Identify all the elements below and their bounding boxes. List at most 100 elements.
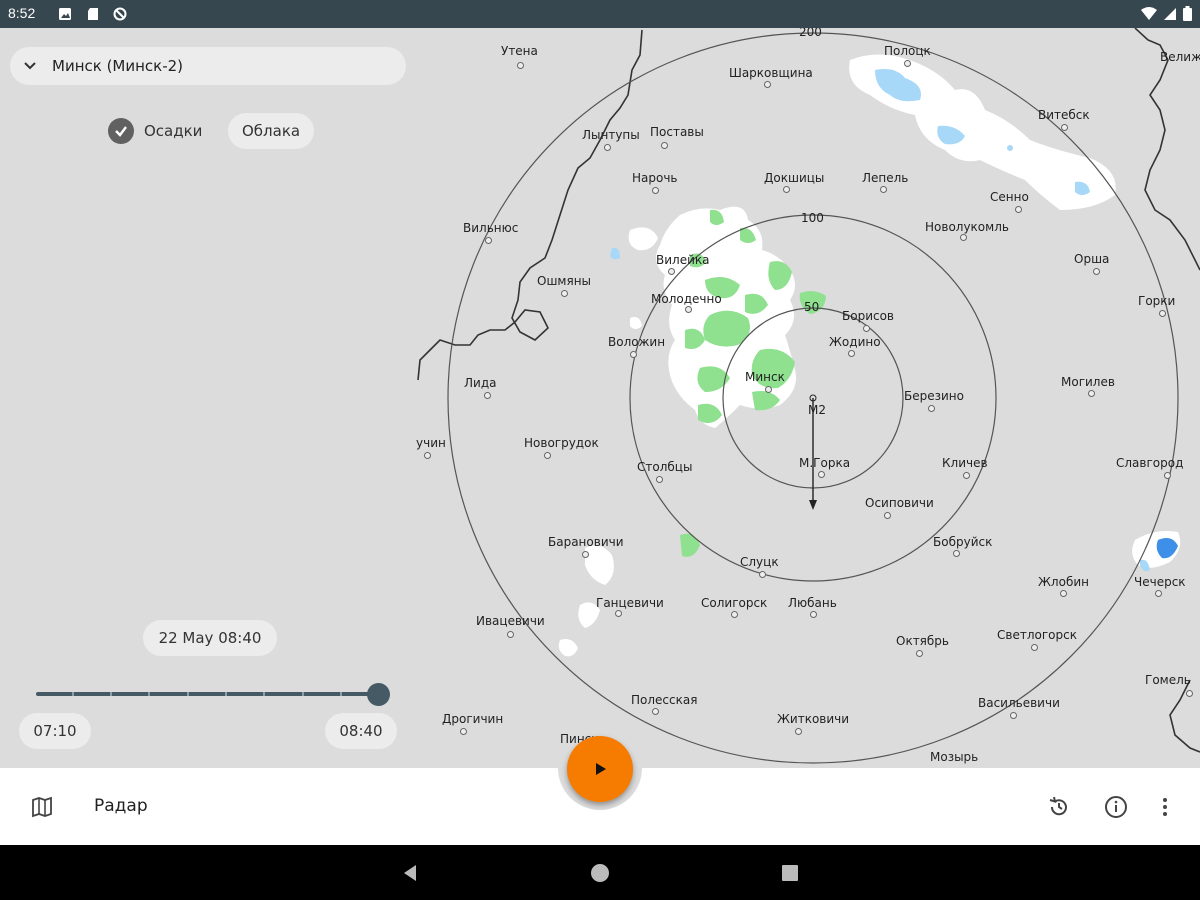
city-label: Минск [745,370,785,384]
city-label: Нарочь [632,171,678,185]
slider-tick [187,692,189,696]
status-time: 8:52 [8,5,36,21]
precipitation-layer-chip[interactable]: Осадки [104,113,216,149]
city-label: Васильевичи [978,696,1060,710]
city-marker [1060,590,1067,597]
city-label: Поставы [650,125,704,139]
home-icon[interactable] [590,863,610,883]
city-label: Полесская [631,693,698,707]
clouds-layer-chip[interactable]: Облака [228,113,315,149]
city-label: Горки [1138,294,1176,308]
city-label: Столбцы [637,460,693,474]
status-bar: 8:52 [0,0,1200,28]
city-label: Могилев [1061,375,1115,389]
more-vert-icon[interactable] [1152,794,1178,820]
city-label: Ивацевичи [476,614,545,628]
city-marker [904,60,911,67]
city-marker [656,476,663,483]
city-marker [848,350,855,357]
city-label: Полоцк [884,44,931,58]
city-marker [1155,590,1162,597]
city-label: Новогрудок [524,436,599,450]
city-label: Славгород [1116,456,1184,470]
slider-tick [225,692,227,696]
city-label: Велиж [1160,50,1200,64]
city-label: учин [416,436,446,450]
city-marker [759,571,766,578]
city-marker [685,306,692,313]
city-marker [615,610,622,617]
range-ring-label-200: 200 [799,28,822,39]
timeline-slider-thumb[interactable] [367,683,390,706]
map-icon[interactable] [31,796,53,818]
city-marker [953,550,960,557]
city-marker [460,728,467,735]
city-label: Лида [464,376,497,390]
city-label: Сенно [990,190,1029,204]
city-label: Мозырь [930,750,979,764]
city-marker [880,186,887,193]
country-border-south-east [1169,679,1200,753]
city-label: Барановичи [548,535,624,549]
city-label: Вильнюс [463,221,519,235]
city-marker [630,351,637,358]
city-label: Молодечно [651,292,722,306]
city-marker [544,452,551,459]
city-marker [1093,268,1100,275]
sd-card-icon [88,8,98,20]
city-label: Дрогичин [442,712,504,726]
city-label: Утена [501,44,538,58]
city-label: Солигорск [701,596,768,610]
city-marker [916,650,923,657]
system-navigation-bar [0,845,1200,900]
city-label: Воложин [608,335,666,349]
city-marker [484,392,491,399]
city-marker [863,325,870,332]
city-label: Октябрь [896,634,949,648]
city-marker [1159,310,1166,317]
city-label: Житковичи [777,712,850,726]
city-label: Новолукомль [925,220,1009,234]
city-marker [1031,644,1038,651]
recents-icon[interactable] [780,863,800,883]
slider-tick [340,692,342,696]
city-label: Слуцк [740,555,779,569]
slider-tick [302,692,304,696]
city-marker [1061,124,1068,131]
city-marker [884,512,891,519]
city-label: Докшицы [764,171,825,185]
city-label: Осиповичи [865,496,934,510]
play-icon [596,763,606,775]
city-marker [517,62,524,69]
city-marker [810,611,817,618]
city-marker [764,81,771,88]
city-marker [783,186,790,193]
timeline-slider[interactable] [36,692,380,696]
precipitation-layer-label: Осадки [144,122,203,140]
city-label: Ошмяны [537,274,592,288]
city-label: Вилейка [656,253,710,267]
play-button[interactable] [567,736,633,802]
country-border [417,29,643,381]
city-marker [668,268,675,275]
city-marker [507,631,514,638]
city-marker [561,290,568,297]
no-data-icon [113,7,127,21]
country-border-east [1134,28,1200,271]
city-marker [485,237,492,244]
city-marker [960,234,967,241]
city-label: Светлогорск [997,628,1077,642]
city-marker [582,551,589,558]
info-icon[interactable] [1103,794,1129,820]
city-marker [604,144,611,151]
station-selector[interactable]: Минск (Минск-2) [10,47,406,85]
city-label: Орша [1074,252,1110,266]
city-label: Жлобин [1038,575,1089,589]
history-icon[interactable] [1046,794,1072,820]
back-icon[interactable] [400,863,420,883]
range-ring-label-100: 100 [801,211,824,225]
city-marker [765,386,772,393]
city-marker [424,452,431,459]
clouds-layer-label: Облака [242,122,301,140]
city-label: Лепель [862,171,909,185]
